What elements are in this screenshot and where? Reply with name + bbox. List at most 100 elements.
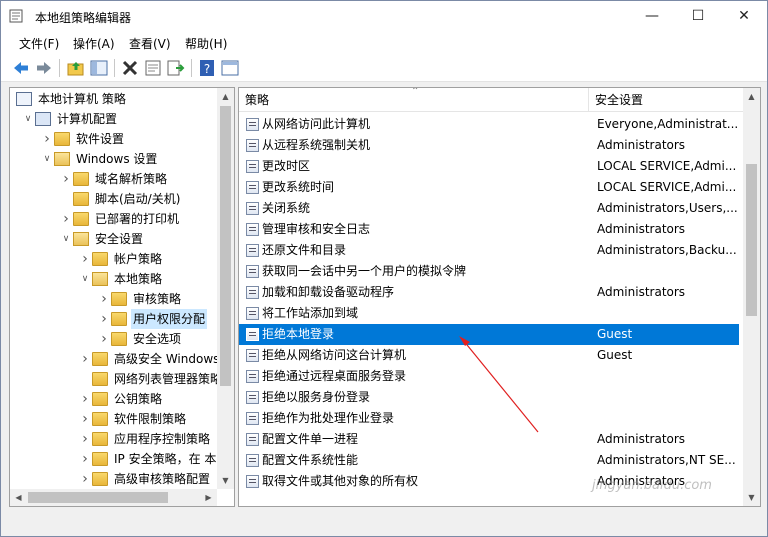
scroll-up-arrow-icon[interactable]: ▲ — [217, 88, 234, 105]
policy-row[interactable]: 将工作站添加到域 — [239, 303, 739, 324]
tree-node[interactable]: ∨ 本地策略 — [10, 269, 217, 289]
tree-node[interactable]: › 帐户策略 — [10, 249, 217, 269]
policy-row[interactable]: 配置文件单一进程 Administrators — [239, 429, 739, 450]
gpedit-window: 本地组策略编辑器 — ☐ ✕ 文件(F) 操作(A) 查看(V) 帮助(H) ?… — [0, 0, 768, 537]
menu-action[interactable]: 操作(A) — [73, 35, 115, 52]
title-bar[interactable]: 本地组策略编辑器 — ☐ ✕ — [1, 1, 767, 32]
policy-row[interactable]: 更改系统时间 LOCAL SERVICE,Admi... — [239, 177, 739, 198]
policy-row[interactable]: 加载和卸载设备驱动程序 Administrators — [239, 282, 739, 303]
list-scroll-thumb[interactable] — [746, 164, 757, 316]
gpedit-app-icon — [9, 9, 23, 23]
collapsed-chevron-icon[interactable]: › — [42, 129, 52, 149]
policy-row[interactable]: 关闭系统 Administrators,Users,... — [239, 198, 739, 219]
forward-icon[interactable] — [34, 58, 54, 78]
policy-row[interactable]: 更改时区 LOCAL SERVICE,Admi... — [239, 156, 739, 177]
tree-horizontal-scrollbar[interactable]: ◀ ▶ — [10, 489, 217, 506]
tree-node[interactable]: › 公钥策略 — [10, 389, 217, 409]
tree-node[interactable]: › 软件设置 — [10, 129, 217, 149]
console-tree[interactable]: 本地计算机 策略 ∨ 计算机配置 › 软件设置 ∨ Windows 设置 › 域名解析策略 脚本(… — [9, 87, 235, 507]
tree-node[interactable]: › 已部署的打印机 — [10, 209, 217, 229]
policy-row[interactable]: 还原文件和目录 Administrators,Backu... — [239, 240, 739, 261]
policy-row[interactable]: 获取同一会话中另一个用户的模拟令牌 — [239, 261, 739, 282]
collapsed-chevron-icon[interactable]: › — [80, 249, 90, 269]
collapsed-chevron-icon[interactable]: › — [80, 469, 90, 489]
menu-file[interactable]: 文件(F) — [19, 35, 59, 52]
tree-scroll-thumb[interactable] — [220, 106, 231, 386]
menu-view[interactable]: 查看(V) — [129, 35, 171, 52]
tree-vertical-scrollbar[interactable]: ▲ ▼ — [217, 88, 234, 489]
scroll-up-arrow-icon[interactable]: ▲ — [743, 88, 760, 105]
tree-node[interactable]: › 审核策略 — [10, 289, 217, 309]
scroll-down-arrow-icon[interactable]: ▼ — [217, 472, 234, 489]
policy-row[interactable]: 拒绝本地登录 Guest — [239, 324, 739, 345]
tree-node[interactable]: 网络列表管理器策略 — [10, 369, 222, 389]
collapsed-chevron-icon[interactable]: › — [99, 309, 109, 329]
tree-node[interactable]: › 域名解析策略 — [10, 169, 217, 189]
policy-row[interactable]: 配置文件系统性能 Administrators,NT SE... — [239, 450, 739, 471]
policy-setting-icon — [246, 307, 259, 320]
tree-node[interactable]: ∨ 安全设置 — [10, 229, 217, 249]
collapsed-chevron-icon[interactable]: › — [80, 449, 90, 469]
policy-row[interactable]: 拒绝作为批处理作业登录 — [239, 408, 739, 429]
properties-icon[interactable] — [143, 58, 163, 78]
collapsed-chevron-icon[interactable]: › — [80, 349, 90, 369]
policy-row[interactable]: 管理审核和安全日志 Administrators — [239, 219, 739, 240]
tree-node[interactable]: ∨ 计算机配置 — [10, 109, 217, 129]
tree-node[interactable]: › 应用程序控制策略 — [10, 429, 217, 449]
tree-node[interactable]: › 高级审核策略配置 — [10, 469, 217, 489]
up-folder-icon[interactable] — [66, 58, 86, 78]
expanded-chevron-icon[interactable]: ∨ — [80, 269, 90, 289]
collapsed-chevron-icon[interactable]: › — [99, 289, 109, 309]
collapsed-chevron-icon[interactable]: › — [80, 409, 90, 429]
policy-setting-icon — [246, 139, 259, 152]
maximize-button[interactable]: ☐ — [675, 1, 721, 32]
tree-node[interactable]: 脚本(启动/关机) — [10, 189, 217, 209]
collapsed-chevron-icon[interactable]: › — [61, 169, 71, 189]
scroll-down-arrow-icon[interactable]: ▼ — [743, 489, 760, 506]
tree-node-label: 本地策略 — [114, 272, 163, 286]
collapsed-chevron-icon[interactable]: › — [80, 429, 90, 449]
expanded-chevron-icon[interactable]: ∨ — [61, 229, 71, 249]
tree-node[interactable]: ∨ Windows 设置 — [10, 149, 217, 169]
policy-name: 管理审核和安全日志 — [262, 222, 371, 236]
column-header-security-setting[interactable]: 安全设置 — [589, 88, 744, 112]
tree-node[interactable]: › 软件限制策略 — [10, 409, 217, 429]
policy-setting-icon — [246, 370, 259, 383]
expanded-chevron-icon[interactable]: ∨ — [23, 109, 33, 129]
tree-node[interactable]: 本地计算机 策略 — [10, 89, 217, 109]
policy-row[interactable]: 拒绝以服务身份登录 — [239, 387, 739, 408]
tree-node[interactable]: › 用户权限分配 — [10, 309, 217, 329]
tree-node-label: 已部署的打印机 — [95, 212, 180, 226]
policy-list[interactable]: 策略 ⌃ 安全设置 从网络访问此计算机 Everyone,Administrat.… — [238, 87, 761, 507]
policy-setting-icon — [246, 181, 259, 194]
policy-row[interactable]: 从远程系统强制关机 Administrators — [239, 135, 739, 156]
tree-node-label: 公钥策略 — [114, 392, 163, 406]
folder-icon — [54, 132, 70, 146]
tree-node[interactable]: › IP 安全策略，在 本 — [10, 449, 217, 469]
collapsed-chevron-icon[interactable]: › — [80, 389, 90, 409]
show-hide-tree-icon[interactable] — [89, 58, 109, 78]
back-icon[interactable] — [11, 58, 31, 78]
scroll-right-arrow-icon[interactable]: ▶ — [200, 489, 217, 506]
policy-row[interactable]: 拒绝从网络访问这台计算机 Guest — [239, 345, 739, 366]
expanded-chevron-icon[interactable]: ∨ — [42, 149, 52, 169]
minimize-button[interactable]: — — [629, 1, 675, 32]
close-button[interactable]: ✕ — [721, 1, 767, 32]
security-setting-value: Guest — [597, 348, 633, 362]
delete-icon[interactable] — [120, 58, 140, 78]
filter-view-icon[interactable] — [220, 58, 240, 78]
help-icon[interactable]: ? — [197, 58, 217, 78]
tree-node[interactable]: › 高级安全 Windows — [10, 349, 219, 369]
collapsed-chevron-icon[interactable]: › — [99, 329, 109, 349]
policy-row[interactable]: 拒绝通过远程桌面服务登录 — [239, 366, 739, 387]
policy-name: 更改时区 — [262, 159, 311, 173]
tree-node-label: 帐户策略 — [114, 252, 163, 266]
scroll-left-arrow-icon[interactable]: ◀ — [10, 489, 27, 506]
list-vertical-scrollbar[interactable]: ▲ ▼ — [743, 88, 760, 506]
tree-node[interactable]: › 安全选项 — [10, 329, 217, 349]
policy-row[interactable]: 从网络访问此计算机 Everyone,Administrat... — [239, 114, 739, 135]
export-list-icon[interactable] — [166, 58, 186, 78]
tree-hscroll-thumb[interactable] — [28, 492, 168, 503]
collapsed-chevron-icon[interactable]: › — [61, 209, 71, 229]
menu-help[interactable]: 帮助(H) — [185, 35, 227, 52]
